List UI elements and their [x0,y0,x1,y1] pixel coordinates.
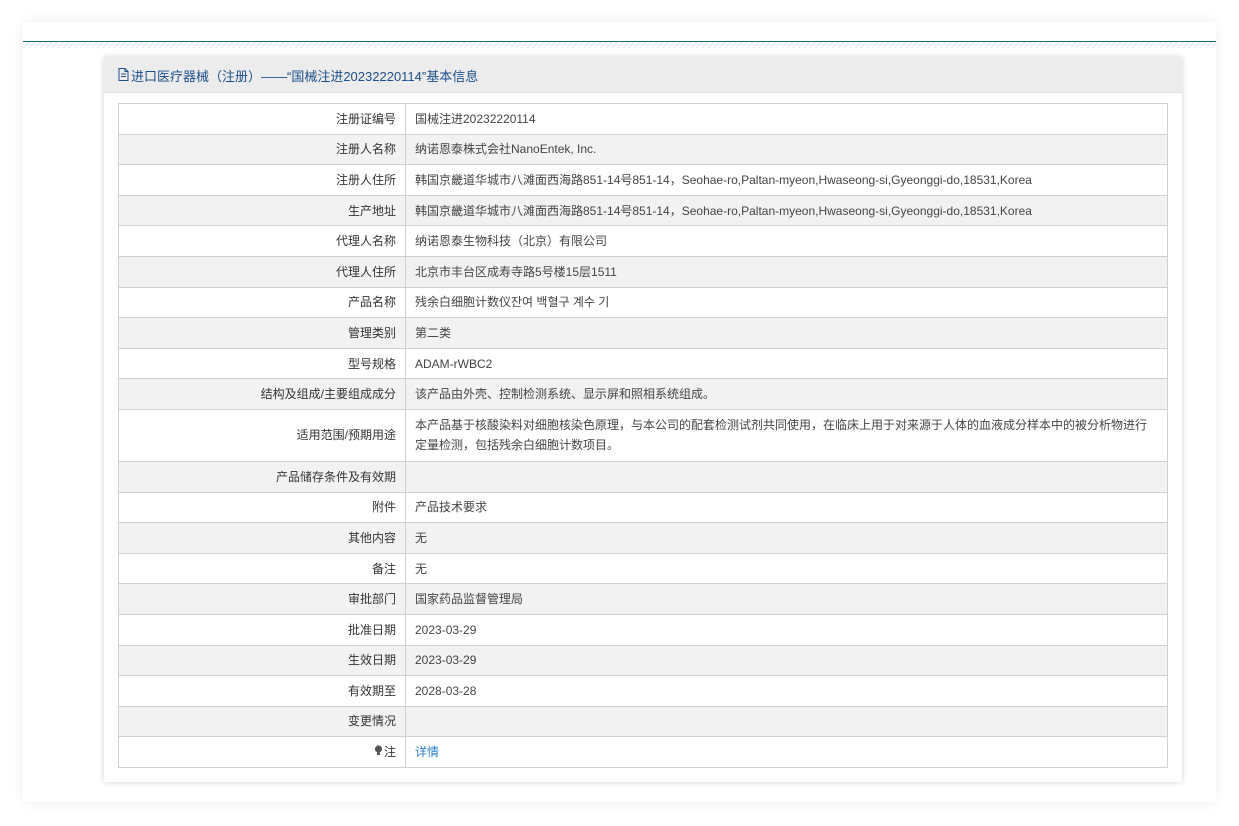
table-row: 其他内容无 [118,522,1168,554]
row-label: 审批部门 [118,583,406,615]
info-panel: 进口医疗器械（注册）——“国械注进20232220114”基本信息 注册证编号国… [104,57,1182,782]
row-value: 无 [405,522,1168,554]
row-label: 代理人名称 [118,225,406,257]
row-value: 北京市丰台区成寿寺路5号楼15层1511 [405,255,1168,288]
table-row: 型号规格 ADAM-rWBC2 [118,347,1168,380]
row-value: 产品技术要求 [405,491,1168,524]
table-row: 注册证编号 国械注进20232220114 [118,103,1168,135]
table-row: 产品储存条件及有效期 [118,460,1168,493]
hatch-divider [23,42,1216,48]
table-row: 代理人名称 纳诺恩泰生物科技（北京）有限公司 [118,225,1168,257]
row-value: 第二类 [405,317,1168,349]
table-row: 生效日期 2023-03-29 [118,644,1168,677]
content-frame: 进口医疗器械（注册）——“国械注进20232220114”基本信息 注册证编号国… [23,22,1216,802]
note-label-cell: 注 [118,736,406,768]
row-value: 韩国京畿道华城市八滩面西海路851-14号851-14，Seohae-ro,Pa… [405,194,1168,227]
table-row: 注册人名称 纳诺恩泰株式会社NanoEntek, Inc. [118,133,1168,166]
panel-title: 进口医疗器械（注册）——“国械注进20232220114”基本信息 [118,66,478,85]
table-row: 管理类别 第二类 [118,317,1168,349]
row-value [405,705,1168,738]
row-value: 2028-03-28 [405,675,1168,707]
row-label: 代理人住所 [118,255,406,288]
note-value-cell: 详情 [405,736,1168,768]
table-row: 适用范围/预期用途 本产品基于核酸染料对细胞核染色原理，与本公司的配套检测试剂共同… [118,408,1168,462]
row-label: 产品名称 [118,286,406,319]
row-label: 注册人住所 [118,164,406,196]
row-value: 2023-03-29 [405,644,1168,677]
table-row: 备注无 [118,552,1168,585]
panel-title-text: 进口医疗器械（注册）——“国械注进20232220114”基本信息 [131,69,479,84]
row-value: 国械注进20232220114 [405,103,1168,135]
row-label: 适用范围/预期用途 [118,408,406,462]
row-label: 变更情况 [118,705,406,738]
row-value: 无 [405,552,1168,585]
table-row: 结构及组成/主要组成成分 该产品由外壳、控制检测系统、显示屏和照相系统组成。 [118,378,1168,410]
row-value: 2023-03-29 [405,613,1168,646]
row-label: 生产地址 [118,194,406,227]
table-row: 代理人住所 北京市丰台区成寿寺路5号楼15层1511 [118,255,1168,288]
row-label: 结构及组成/主要组成成分 [118,378,406,410]
table-row: 审批部门 国家药品监督管理局 [118,583,1168,615]
panel-header: 进口医疗器械（注册）——“国械注进20232220114”基本信息 [104,57,1182,93]
table-row: 变更情况 [118,705,1168,738]
row-value: 本产品基于核酸染料对细胞核染色原理，与本公司的配套检测试剂共同使用，在临床上用于… [405,408,1168,462]
row-value: 残余白细胞计数仪잔여 백혈구 계수 기 [405,286,1168,319]
document-icon [118,67,129,84]
lightbulb-icon [374,742,383,762]
row-value [405,460,1168,493]
table-row: 产品名称 残余白细胞计数仪잔여 백혈구 계수 기 [118,286,1168,319]
table-row: 注册人住所 韩国京畿道华城市八滩面西海路851-14号851-14，Seohae-… [118,164,1168,196]
table-row: 生产地址 韩国京畿道华城市八滩面西海路851-14号851-14，Seohae-r… [118,194,1168,227]
table-row: 有效期至 2028-03-28 [118,675,1168,707]
row-value: 该产品由外壳、控制检测系统、显示屏和照相系统组成。 [405,378,1168,410]
row-label: 附件 [118,491,406,524]
row-label: 有效期至 [118,675,406,707]
row-label: 型号规格 [118,347,406,380]
row-value: ADAM-rWBC2 [405,347,1168,380]
note-label: 注 [383,744,396,759]
row-label: 其他内容 [118,522,406,554]
row-label: 产品储存条件及有效期 [118,460,406,493]
row-label: 管理类别 [118,317,406,349]
row-label: 备注 [118,552,406,585]
row-label: 生效日期 [118,644,406,677]
row-label: 批准日期 [118,613,406,646]
table-row: 注 详情 [118,736,1168,768]
details-link[interactable]: 详情 [415,745,439,759]
row-value: 韩国京畿道华城市八滩面西海路851-14号851-14，Seohae-ro,Pa… [405,164,1168,196]
row-value: 纳诺恩泰株式会社NanoEntek, Inc. [405,133,1168,166]
row-label: 注册证编号 [118,103,406,135]
registration-info-table: 注册证编号 国械注进20232220114 注册人名称 纳诺恩泰株式会社NanoEn… [118,103,1168,768]
row-label: 注册人名称 [118,133,406,166]
row-value: 纳诺恩泰生物科技（北京）有限公司 [405,225,1168,257]
table-row: 附件 产品技术要求 [118,491,1168,524]
table-row: 批准日期 2023-03-29 [118,613,1168,646]
row-value: 国家药品监督管理局 [405,583,1168,615]
